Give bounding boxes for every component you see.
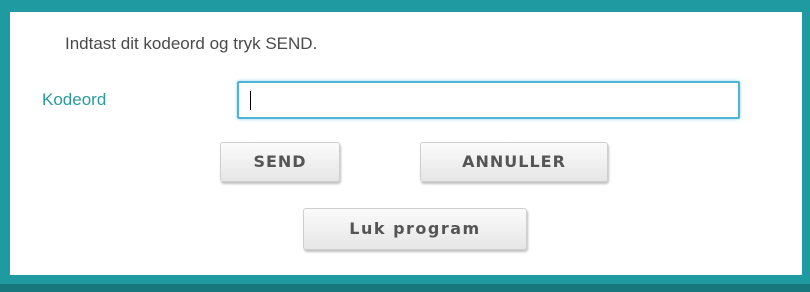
send-button[interactable]: SEND: [220, 142, 340, 182]
password-label: Kodeord: [42, 90, 107, 109]
dialog-frame: Indtast dit kodeord og tryk SEND. Kodeor…: [0, 0, 810, 292]
dialog-frame-bottom-edge: [0, 284, 810, 292]
instruction-text: Indtast dit kodeord og tryk SEND.: [65, 34, 318, 53]
login-panel: Indtast dit kodeord og tryk SEND. Kodeor…: [10, 12, 802, 275]
password-input[interactable]: [237, 81, 740, 119]
close-program-button[interactable]: Luk program: [303, 208, 527, 250]
text-cursor: [250, 91, 251, 110]
cancel-button[interactable]: ANNULLER: [420, 142, 608, 182]
